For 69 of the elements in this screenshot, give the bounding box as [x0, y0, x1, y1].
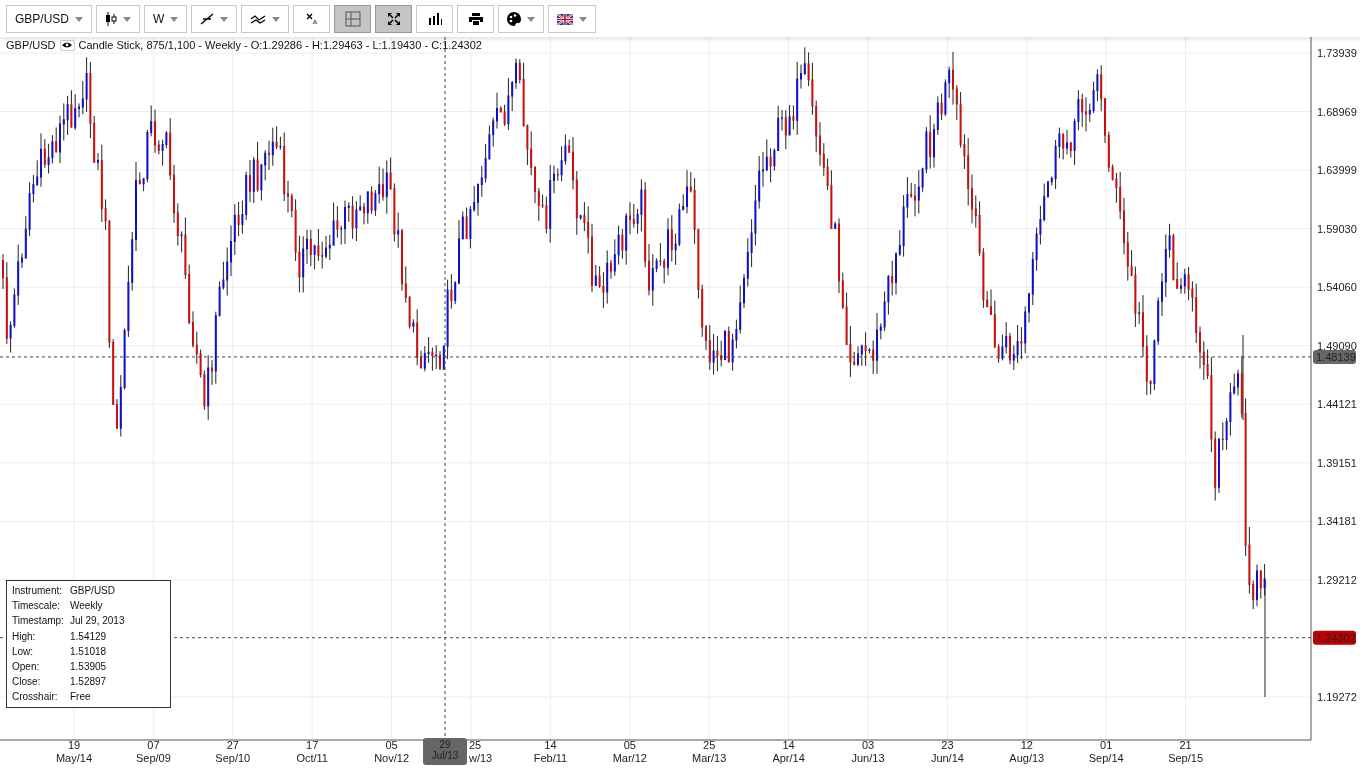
price-label: 1.49090 — [1317, 339, 1357, 352]
price-tag: 1.24302 — [1313, 630, 1356, 645]
info-label: Crosshair: — [12, 691, 59, 703]
price-label: 1.63999 — [1317, 164, 1357, 177]
fullscreen-icon — [387, 13, 400, 25]
time-label: 01 Sep/14 — [1088, 739, 1124, 764]
candlestick-icon — [105, 12, 117, 26]
price-label: 1.54060 — [1317, 281, 1357, 294]
info-label: Low: — [12, 645, 35, 657]
info-label: Timescale: — [12, 600, 61, 612]
info-value: 1.51018 — [70, 645, 107, 657]
palette-icon — [507, 12, 522, 26]
info-label: Timestamp: — [12, 615, 65, 627]
toolbar-dropdown[interactable]: GBP/USD — [6, 5, 92, 33]
info-label: Close: — [12, 676, 42, 688]
price-label: 1.39151 — [1317, 456, 1357, 469]
time-label: 05 Nov/12 — [374, 739, 410, 764]
time-label: 25 w/13 — [469, 739, 493, 764]
crosshair-icon — [344, 11, 361, 27]
price-label: 1.59030 — [1317, 222, 1357, 235]
price-label: 1.68969 — [1317, 105, 1357, 118]
line-icon — [200, 13, 215, 25]
price-label: 1.73939 — [1317, 47, 1357, 59]
time-label: 27 Sep/10 — [215, 739, 251, 764]
toolbar-button[interactable] — [416, 5, 454, 33]
toolbar-dropdown[interactable]: W — [144, 5, 188, 33]
indicator-icon — [250, 13, 267, 25]
toolbar-button[interactable] — [375, 5, 413, 33]
bar-chart-icon — [427, 13, 442, 25]
print-icon — [468, 13, 483, 25]
chart-description: Candle Stick, 875/1,100 - Weekly - O:1.29286 - H:1.29463 - L:1.19430 - C:1.24302 — [78, 39, 482, 51]
toolbar-button[interactable] — [457, 5, 495, 33]
price-label: 1.44121 — [1317, 398, 1357, 411]
time-label: 17 Oct/11 — [296, 739, 328, 764]
toolbar-button[interactable] — [96, 5, 140, 33]
time-label: 12 Aug/13 — [1009, 739, 1045, 764]
clear-icon — [305, 13, 318, 25]
info-value: 1.54129 — [70, 630, 107, 642]
price-label: 1.34181 — [1317, 515, 1357, 528]
info-value: Weekly — [70, 600, 103, 612]
eye-icon — [62, 42, 72, 48]
price-label: 1.19272 — [1317, 691, 1357, 703]
info-label: High: — [12, 630, 37, 642]
flag-icon — [557, 13, 574, 25]
time-label: 25 Mar/13 — [692, 739, 727, 764]
info-value: GBP/USD — [70, 585, 115, 597]
time-label: 19 May/14 — [55, 739, 93, 764]
info-value: Free — [70, 691, 91, 703]
symbol-label: GBP/USD — [6, 39, 56, 51]
info-label: Open: — [12, 661, 41, 673]
time-label: 23 Jun/14 — [930, 739, 964, 764]
time-label: 03 Jun/13 — [851, 739, 885, 764]
info-value: Jul 29, 2013 — [70, 615, 125, 627]
time-label: 05 Mar/12 — [612, 739, 647, 764]
time-label: 14 Feb/11 — [533, 739, 568, 764]
time-label: 21 Sep/15 — [1168, 739, 1204, 764]
toolbar-button[interactable] — [548, 5, 597, 33]
toolbar-button[interactable] — [191, 5, 238, 33]
time-label: 07 Sep/09 — [135, 739, 171, 764]
price-label: 1.29212 — [1317, 573, 1357, 586]
info-label: Instrument: — [12, 585, 64, 597]
visibility-toggle[interactable] — [59, 39, 75, 51]
info-value: 1.53905 — [70, 661, 107, 673]
price-tag: 1.48139 — [1313, 349, 1356, 364]
time-label: 14 Apr/14 — [772, 739, 805, 764]
toolbar-button[interactable] — [498, 5, 545, 33]
info-value: 1.52897 — [70, 676, 107, 688]
crosshair-time-tag: 29 Jul/13 — [423, 738, 467, 765]
toolbar-button[interactable] — [241, 5, 290, 33]
